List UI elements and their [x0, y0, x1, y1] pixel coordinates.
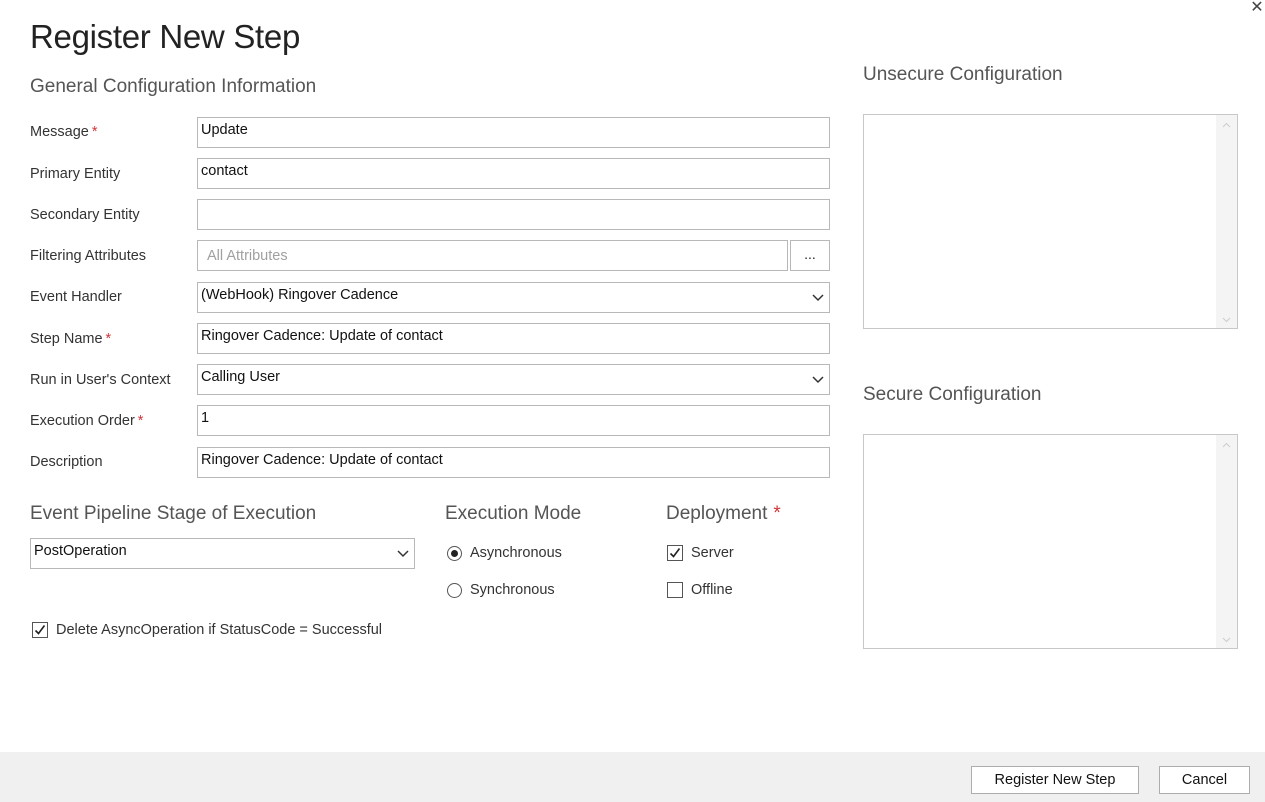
step-name-label: Step Name *: [30, 331, 111, 347]
filtering-attributes-browse-button[interactable]: ...: [790, 240, 830, 271]
dialog-title: Register New Step: [30, 18, 301, 55]
chevron-down-icon: [812, 376, 824, 384]
event-handler-label: Event Handler: [30, 289, 122, 305]
pipeline-stage-heading: Event Pipeline Stage of Execution: [30, 503, 317, 524]
run-context-value: Calling User: [201, 369, 280, 385]
required-marker: *: [773, 503, 781, 524]
pipeline-stage-value: PostOperation: [34, 543, 127, 559]
run-context-select[interactable]: Calling User: [197, 364, 830, 395]
register-new-step-button[interactable]: Register New Step: [971, 766, 1139, 794]
message-label: Message *: [30, 124, 98, 140]
asynchronous-label: Asynchronous: [470, 545, 562, 561]
synchronous-radio[interactable]: Synchronous: [447, 582, 555, 598]
execution-mode-heading: Execution Mode: [445, 503, 582, 524]
cancel-button[interactable]: Cancel: [1159, 766, 1250, 794]
unsecure-config-heading: Unsecure Configuration: [863, 64, 1063, 85]
offline-checkbox[interactable]: Offline: [667, 582, 733, 598]
scroll-down-icon[interactable]: [1222, 315, 1231, 324]
checkbox-unchecked-icon[interactable]: [667, 582, 683, 598]
scroll-up-icon[interactable]: [1222, 441, 1231, 450]
scroll-up-icon[interactable]: [1222, 121, 1231, 130]
event-handler-select[interactable]: (WebHook) Ringover Cadence: [197, 282, 830, 313]
close-icon[interactable]: ✕: [1249, 0, 1265, 16]
synchronous-label: Synchronous: [470, 582, 555, 598]
general-config-heading: General Configuration Information: [30, 76, 317, 97]
secondary-entity-label: Secondary Entity: [30, 207, 140, 223]
delete-async-checkbox[interactable]: Delete AsyncOperation if StatusCode = Su…: [32, 622, 382, 638]
filtering-attributes-field[interactable]: All Attributes: [197, 240, 788, 271]
vertical-scrollbar[interactable]: [1216, 115, 1237, 328]
required-marker: *: [137, 413, 144, 429]
required-marker: *: [91, 124, 98, 140]
server-checkbox[interactable]: Server: [667, 545, 734, 561]
deployment-heading: Deployment *: [666, 503, 781, 525]
offline-label: Offline: [691, 582, 733, 598]
step-name-label-text: Step Name: [30, 331, 103, 347]
delete-async-label: Delete AsyncOperation if StatusCode = Su…: [56, 622, 383, 638]
scroll-down-icon[interactable]: [1222, 635, 1231, 644]
step-name-field[interactable]: Ringover Cadence: Update of contact: [197, 323, 830, 354]
execution-order-label: Execution Order *: [30, 413, 143, 429]
chevron-down-icon: [397, 550, 409, 558]
filtering-attributes-label: Filtering Attributes: [30, 248, 147, 264]
primary-entity-field[interactable]: contact: [197, 158, 830, 189]
message-label-text: Message: [30, 124, 89, 140]
required-marker: *: [105, 331, 112, 347]
deployment-heading-text: Deployment: [666, 503, 768, 524]
event-handler-value: (WebHook) Ringover Cadence: [201, 287, 399, 303]
message-field[interactable]: Update: [197, 117, 830, 148]
server-label: Server: [691, 545, 734, 561]
execution-order-field[interactable]: 1: [197, 405, 830, 436]
pipeline-stage-select[interactable]: PostOperation: [30, 538, 415, 569]
unsecure-config-textarea[interactable]: [863, 114, 1238, 329]
vertical-scrollbar[interactable]: [1216, 435, 1237, 648]
execution-order-label-text: Execution Order: [30, 413, 135, 429]
description-field[interactable]: Ringover Cadence: Update of contact: [197, 447, 830, 478]
radio-selected-icon[interactable]: [447, 545, 462, 561]
checkbox-checked-icon[interactable]: [667, 545, 683, 561]
run-context-label: Run in User's Context: [30, 372, 171, 388]
secure-config-heading: Secure Configuration: [863, 384, 1042, 405]
description-label: Description: [30, 454, 103, 470]
radio-unselected-icon[interactable]: [447, 582, 462, 598]
secondary-entity-field[interactable]: [197, 199, 830, 230]
checkbox-checked-icon[interactable]: [32, 622, 48, 638]
asynchronous-radio[interactable]: Asynchronous: [447, 545, 562, 561]
chevron-down-icon: [812, 294, 824, 302]
secure-config-textarea[interactable]: [863, 434, 1238, 649]
primary-entity-label: Primary Entity: [30, 166, 121, 182]
